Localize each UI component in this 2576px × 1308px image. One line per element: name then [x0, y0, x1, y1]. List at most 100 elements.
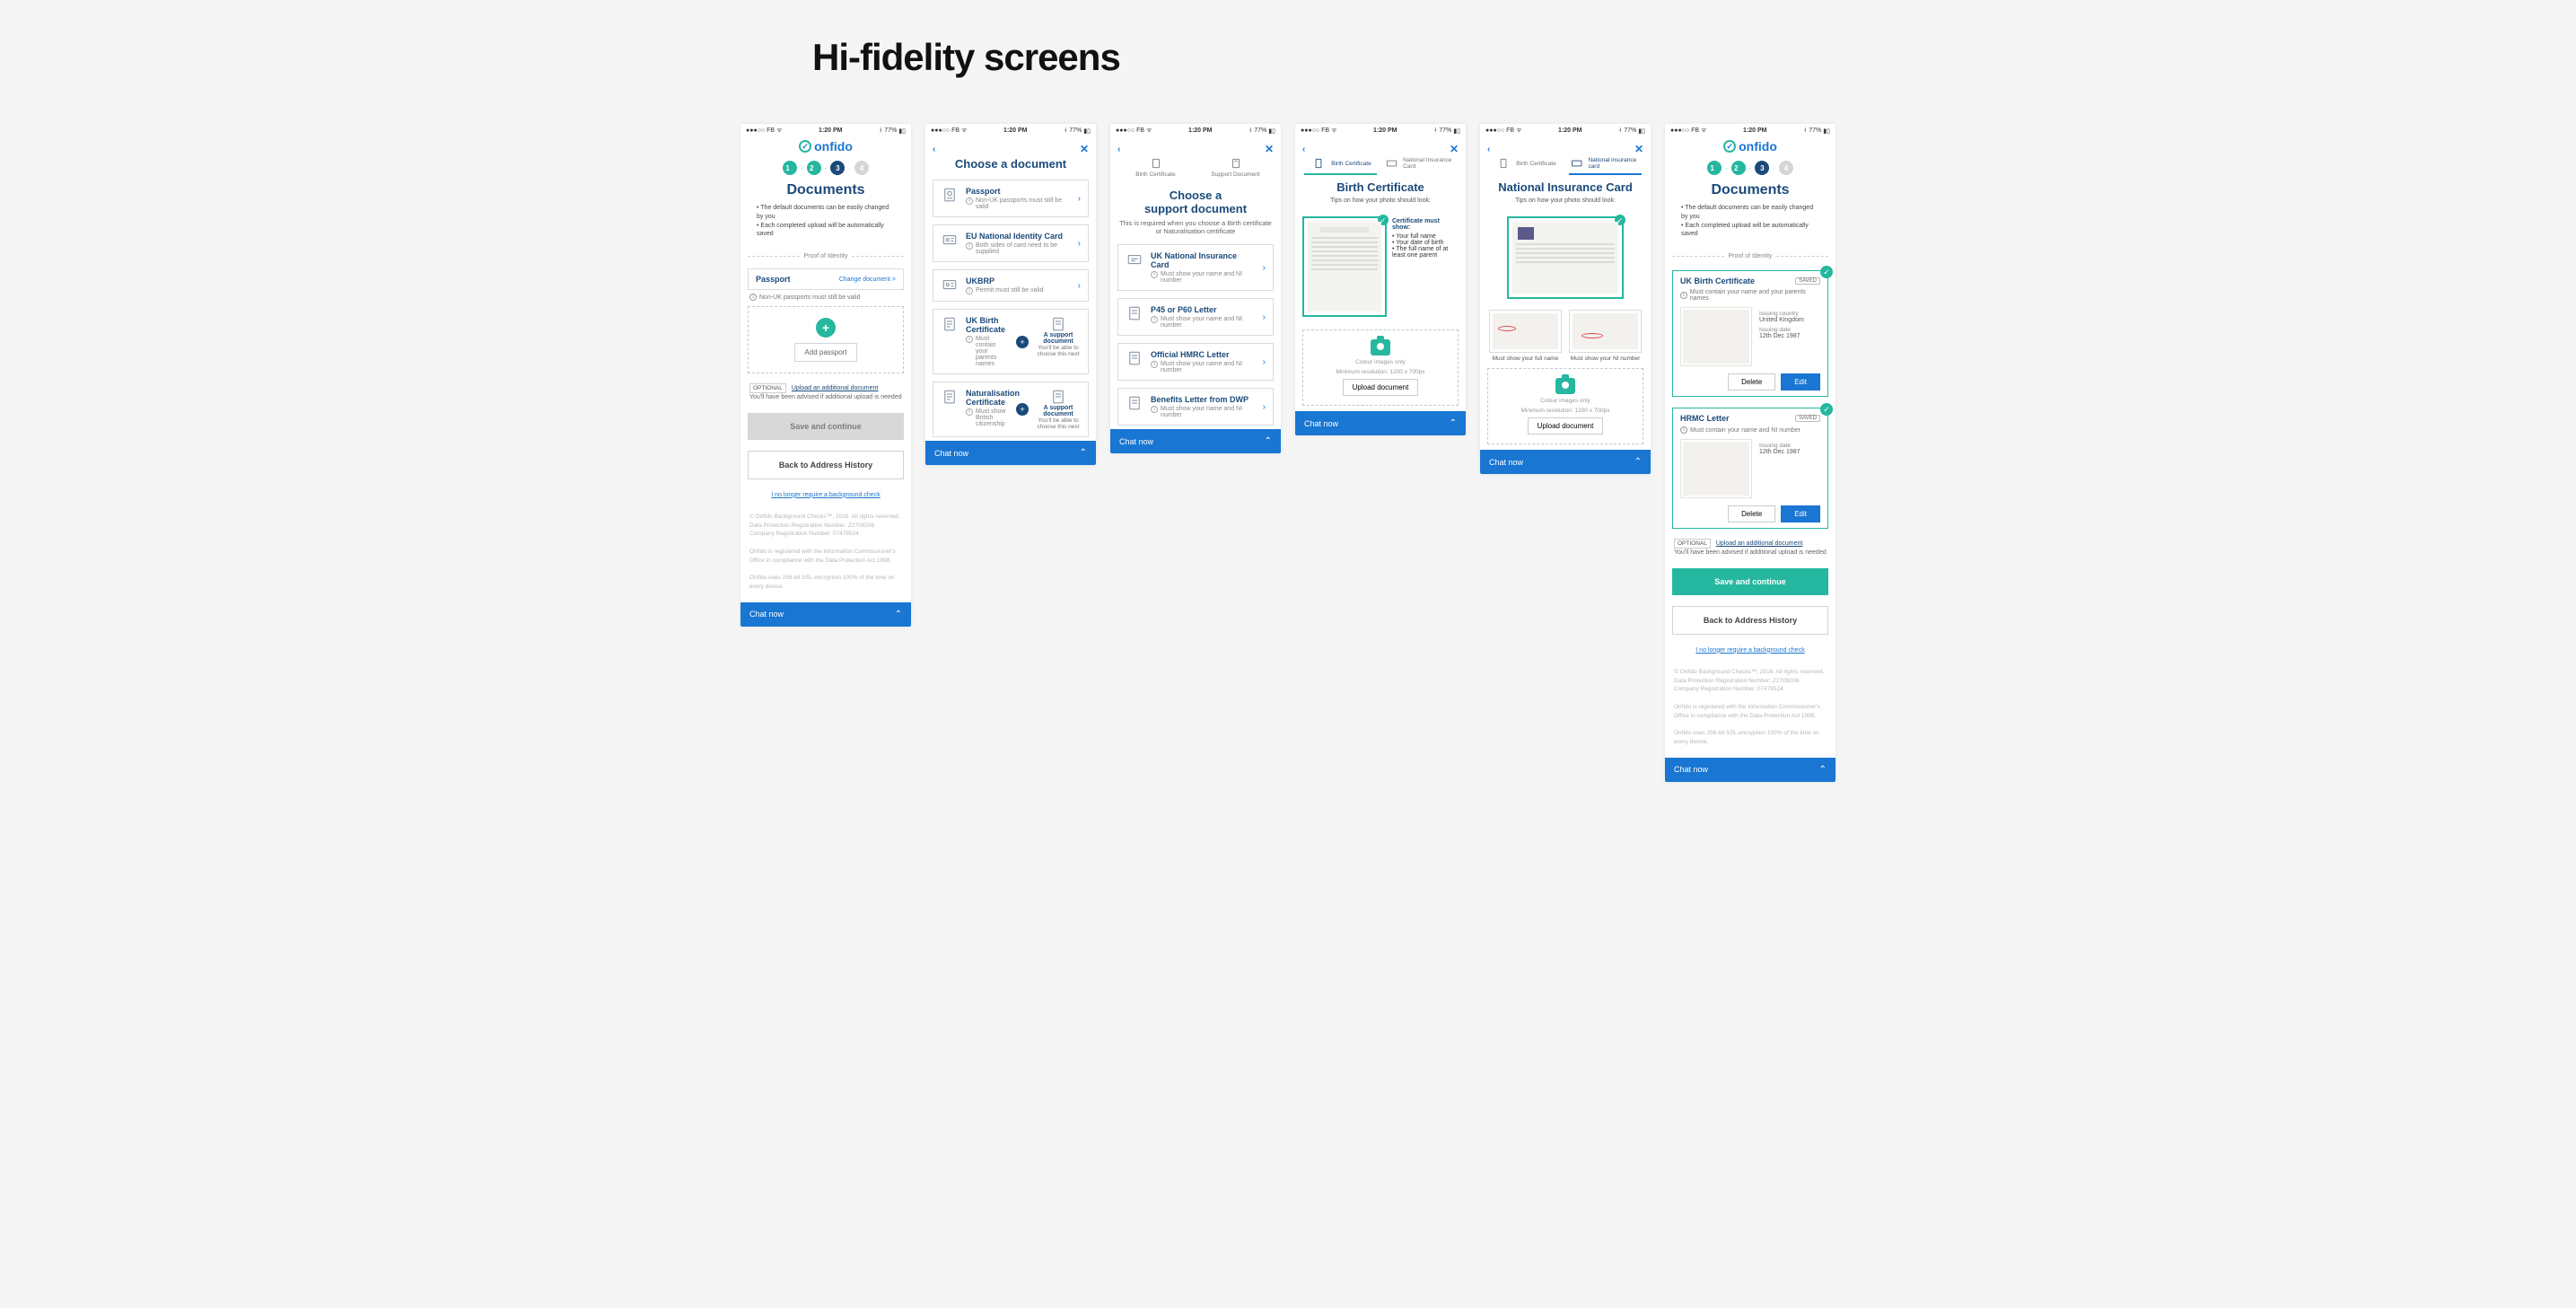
- chat-now-bar[interactable]: Chat now⌃: [925, 441, 1096, 465]
- doc-row-ni-card[interactable]: UK National Insurance CardiMust show you…: [1117, 244, 1274, 291]
- add-passport-button[interactable]: Add passport: [794, 343, 856, 362]
- document-thumbnail: [1680, 439, 1752, 498]
- check-icon: ✓: [1820, 266, 1833, 278]
- document-icon: [941, 389, 959, 405]
- bluetooth-icon: ᚼ: [879, 127, 882, 134]
- plus-badge-icon: +: [1016, 336, 1029, 348]
- delete-button[interactable]: Delete: [1728, 373, 1775, 391]
- doc-row-hmrc-letter[interactable]: Official HMRC LetteriMust show your name…: [1117, 343, 1274, 381]
- choose-document-title: Choose a document: [934, 157, 1087, 171]
- cancel-background-check-link[interactable]: I no longer require a background check: [740, 492, 911, 498]
- upload-additional-link[interactable]: Upload an additional document: [792, 385, 879, 391]
- onfido-logo: ✓onfido: [749, 137, 902, 159]
- passport-card: Passport Change document >: [748, 268, 904, 290]
- chat-now-bar[interactable]: Chat now⌃: [1110, 429, 1281, 453]
- intro-line-1: The default documents can be easily chan…: [757, 204, 895, 222]
- doc-row-dwp-letter[interactable]: Benefits Letter from DWPiMust show your …: [1117, 388, 1274, 426]
- document-icon: [941, 316, 959, 332]
- doc-row-p45-p60[interactable]: P45 or P60 LetteriMust show your name an…: [1117, 298, 1274, 336]
- back-address-button[interactable]: Back to Address History: [1672, 606, 1828, 635]
- camera-icon: [1555, 378, 1575, 394]
- tab-support-doc[interactable]: Support Document: [1199, 157, 1272, 183]
- doc-row-birth-cert[interactable]: UK Birth CertificateiMust contain your p…: [933, 309, 1089, 374]
- thumbnail-name: Must show your full name: [1489, 310, 1562, 363]
- tab-birth-cert[interactable]: Birth Certificate: [1304, 157, 1377, 175]
- proof-of-identity-divider: Proof of Identity: [748, 253, 904, 259]
- back-button[interactable]: ‹: [1117, 145, 1120, 154]
- change-document-link[interactable]: Change document >: [839, 277, 896, 283]
- upload-additional-link[interactable]: Upload an additional document: [1716, 540, 1803, 547]
- screen-choose-support-doc: ●●●○○ FB ᯤ1:20 PMᚼ 77% ▮▯ ‹ ✕ Birth Cert…: [1110, 124, 1281, 453]
- status-bar: ●●●○○ FB ᯤ 1:20 PM ᚼ 77% ▮▯: [740, 124, 911, 137]
- chat-now-bar[interactable]: Chat now⌃: [1295, 411, 1466, 435]
- chat-now-bar[interactable]: Chat now⌃: [1665, 758, 1836, 782]
- ni-card-title: National Insurance Card: [1489, 180, 1642, 194]
- doc-row-ukbrp[interactable]: UKBRPiPermit must still be valid ›: [933, 269, 1089, 302]
- letter-icon: [1126, 350, 1143, 366]
- close-button[interactable]: ✕: [1450, 143, 1459, 155]
- sample-photo: ✓: [1507, 216, 1624, 299]
- progress-steps: 1· 2· 3· 4: [1674, 161, 1827, 175]
- delete-button[interactable]: Delete: [1728, 505, 1775, 522]
- tips-text: Tips on how your photo should look:: [1489, 198, 1642, 204]
- intro-line-2: Each completed upload will be automatica…: [757, 222, 895, 240]
- upload-dropzone[interactable]: Colour images only Minimum resolution: 1…: [1487, 368, 1643, 444]
- letter-icon: [1126, 305, 1143, 321]
- tab-birth-cert[interactable]: Birth Certificate: [1489, 157, 1562, 175]
- upload-document-button[interactable]: Upload document: [1528, 417, 1604, 435]
- upload-additional-sub: You'll have been advised if additional u…: [749, 394, 902, 400]
- documents-title: Documents: [749, 182, 902, 198]
- saved-card-birth-cert: ✓ UK Birth CertificateSAVED iMust contai…: [1672, 270, 1828, 397]
- letter-icon: [1126, 395, 1143, 411]
- screen-birth-cert-upload: ●●●○○ FB ᯤ1:20 PMᚼ 77% ▮▯ ‹ ✕ Birth Cert…: [1295, 124, 1466, 435]
- onfido-logo: ✓onfido: [1674, 137, 1827, 159]
- passport-icon: [941, 187, 959, 203]
- birth-cert-title: Birth Certificate: [1304, 180, 1457, 194]
- edit-button[interactable]: Edit: [1781, 373, 1820, 391]
- saved-badge: SAVED: [1795, 415, 1820, 422]
- idcard-icon: [941, 232, 959, 248]
- chevron-up-icon: ⌃: [1080, 448, 1087, 458]
- support-doc-icon: [1050, 389, 1066, 405]
- doc-row-eu-id[interactable]: EU National Identity CardiBoth sides of …: [933, 224, 1089, 262]
- footer: © Onfido Background Checks™, 2016. All r…: [740, 507, 911, 602]
- close-button[interactable]: ✕: [1265, 143, 1274, 155]
- back-button[interactable]: ‹: [933, 145, 935, 154]
- upload-dropzone[interactable]: Colour images only Minimum resolution: 1…: [1302, 329, 1459, 406]
- back-button[interactable]: ‹: [1302, 145, 1305, 154]
- tips-text: Tips on how your photo should look:: [1304, 198, 1457, 204]
- documents-title: Documents: [1674, 182, 1827, 198]
- tab-birth-cert[interactable]: Birth Certificate: [1119, 157, 1192, 183]
- chat-now-bar[interactable]: Chat now⌃: [1480, 450, 1651, 474]
- chevron-up-icon: ⌃: [1634, 457, 1642, 467]
- optional-tag: OPTIONAL: [749, 383, 786, 393]
- chevron-up-icon: ⌃: [895, 610, 902, 619]
- doc-row-passport[interactable]: PassportiNon-UK passports must still be …: [933, 180, 1089, 217]
- back-address-button[interactable]: Back to Address History: [748, 451, 904, 479]
- saved-badge: SAVED: [1795, 277, 1820, 285]
- thumbnail-ni: Must show your NI number: [1569, 310, 1642, 363]
- save-continue-button[interactable]: Save and continue: [1672, 568, 1828, 595]
- cancel-background-check-link[interactable]: I no longer require a background check: [1665, 647, 1836, 654]
- saved-card-hmrc: ✓ HRMC LetterSAVED iMust contain your na…: [1672, 408, 1828, 529]
- back-button[interactable]: ‹: [1487, 145, 1490, 154]
- footer: © Onfido Background Checks™, 2016. All r…: [1665, 663, 1836, 758]
- tab-ni-card[interactable]: National insurance card: [1569, 157, 1642, 175]
- plus-icon: +: [816, 318, 836, 338]
- doc-row-naturalisation[interactable]: Naturalisation CertificateiMust show Bri…: [933, 382, 1089, 437]
- proof-of-identity-divider: Proof of Identity: [1672, 253, 1828, 259]
- screen-documents-saved: ●●●○○ FB ᯤ1:20 PMᚼ 77% ▮▯ ✓onfido 1· 2· …: [1665, 124, 1836, 782]
- upload-document-button[interactable]: Upload document: [1343, 379, 1419, 396]
- add-passport-dropzone[interactable]: + Add passport: [748, 306, 904, 373]
- edit-button[interactable]: Edit: [1781, 505, 1820, 522]
- tab-ni-card[interactable]: National Insurance Card: [1384, 157, 1457, 175]
- step-4: 4: [854, 161, 869, 175]
- support-doc-sub: This is required when you choose a Birth…: [1119, 219, 1272, 235]
- save-continue-button[interactable]: Save and continue: [748, 413, 904, 440]
- support-doc-icon: [1050, 316, 1066, 332]
- chat-now-bar[interactable]: Chat now⌃: [740, 602, 911, 627]
- close-button[interactable]: ✕: [1634, 143, 1643, 155]
- screen-documents-empty: ●●●○○ FB ᯤ 1:20 PM ᚼ 77% ▮▯ ✓onfido 1· 2…: [740, 124, 911, 627]
- idcard-icon: [941, 277, 959, 293]
- close-button[interactable]: ✕: [1080, 143, 1089, 155]
